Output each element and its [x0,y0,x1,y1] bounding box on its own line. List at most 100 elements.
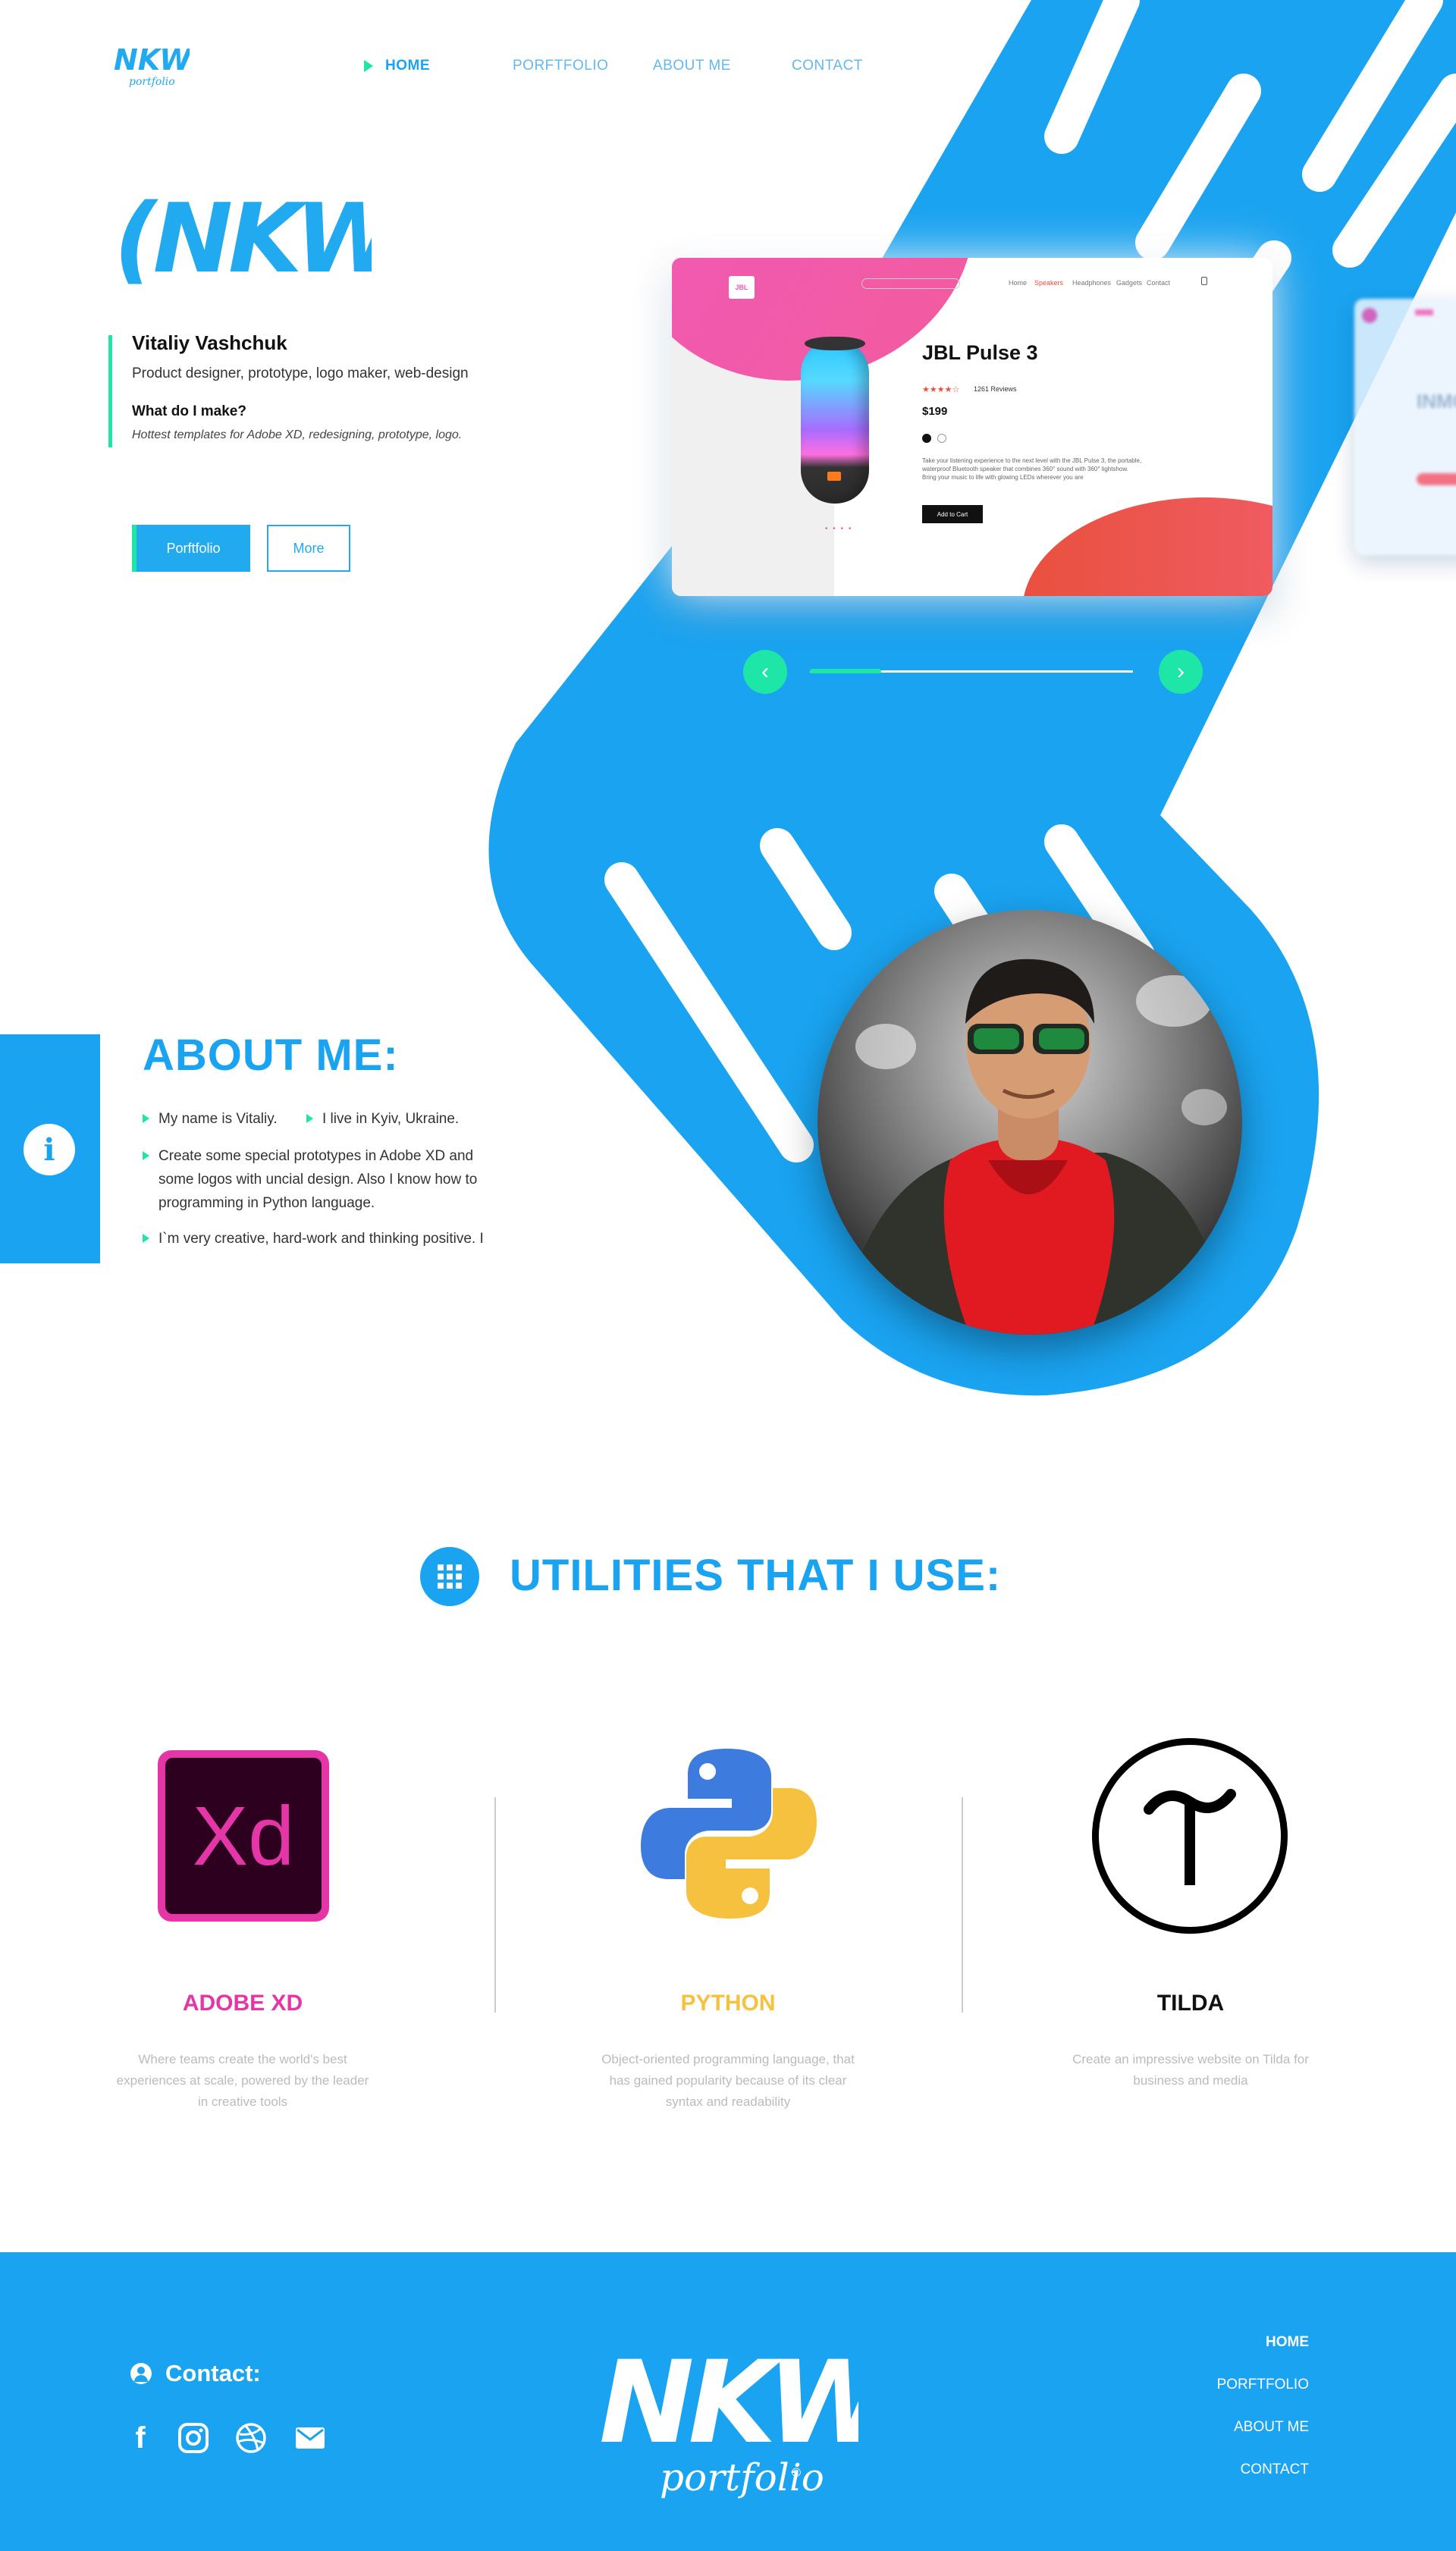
footer-nav-portfolio[interactable]: PORFTFOLIO [1217,2377,1309,2393]
card-nav-gadgets[interactable]: Gadgets [1116,279,1142,287]
next-card-title: INMO [1417,390,1456,413]
registered-mark-icon: ® [790,2465,802,2480]
card-search-input[interactable] [861,278,960,289]
utilities-title: UTILITIES THAT I USE: [510,1551,1002,1600]
brand-logo-text: NKW [114,43,190,77]
adobe-xd-desc-line: experiences at scale, powered by the lea… [116,2073,369,2088]
tilda-desc-line: Create an impressive website on Tilda fo… [1072,2052,1309,2066]
tilda-title: TILDA [1156,1991,1225,2016]
about-item-traits: I`m very creative, hard-work and thinkin… [143,1227,484,1250]
apps-grid-icon [420,1547,479,1606]
chevron-left-icon: ‹ [761,659,769,684]
nav-portfolio[interactable]: PORFTFOLIO [513,55,608,77]
hero-role: Product designer, prototype, logo maker,… [132,366,469,381]
brand-logo[interactable]: NKW portfolio [114,42,193,93]
facebook-icon[interactable]: f [123,2421,158,2455]
tilda-desc-line: business and media [1133,2073,1248,2088]
hero-question: What do I make? [132,403,246,419]
python-desc-line: has gained popularity because of its cle… [609,2073,847,2088]
nav-home-label: HOME [385,58,430,74]
about-title: ABOUT ME: [143,1031,399,1080]
about-item-text: My name is Vitaliy. [158,1111,278,1127]
slider-prev-button[interactable]: ‹ [743,650,787,694]
product-description: Take your listening experience to the ne… [922,457,1142,481]
hero-name: Vitaliy Vashchuk [132,331,287,354]
next-card-logo-icon [1362,308,1377,323]
rating-stars-icon: ★★★★☆ [922,385,960,394]
mail-icon[interactable] [293,2421,328,2455]
showcase-card[interactable]: JBL Home Speakers Headphones Gadgets Con… [672,258,1272,596]
speaker-badge-icon [827,472,841,481]
color-swatch-white[interactable] [937,434,946,443]
slider-next-button[interactable]: › [1159,650,1203,694]
info-icon: i [24,1124,75,1175]
footer-logo-text: NKW [599,2337,858,2469]
tilda-icon[interactable] [1092,1738,1288,1934]
slider-progress [810,669,881,673]
add-to-cart-button[interactable]: Add to Cart [922,505,983,523]
next-showcase-card[interactable]: INMO [1354,299,1456,555]
about-item-text: Create some special prototypes in Adobe … [158,1144,477,1215]
python-icon[interactable] [641,1746,817,1922]
profile-photo [817,910,1242,1335]
bullet-icon [143,1114,149,1123]
python-title: PYTHON [680,1991,776,2016]
nav-about-me[interactable]: ABOUT ME [653,55,731,77]
product-title: JBL Pulse 3 [922,341,1038,364]
nav-home[interactable]: HOME [364,55,430,77]
hero-logo: (NKW) [114,159,440,296]
bullet-icon [306,1114,313,1123]
card-red-blob [1022,497,1272,596]
hero-answer: Hottest templates for Adobe XD, redesign… [132,428,463,441]
adobe-xd-description: Where teams create the world's best expe… [106,2049,379,2113]
footer-logo[interactable]: NKW portfolio ® [596,2328,904,2510]
contact-label: Contact: [165,2360,261,2386]
carousel-dots[interactable]: • • • • [825,525,852,533]
active-indicator-icon [364,60,373,72]
adobe-xd-desc-line: in creative tools [197,2094,288,2109]
adobe-xd-desc-line: Where teams create the world's best [138,2052,347,2066]
adobe-xd-title: ADOBE XD [182,1991,303,2016]
hero-logo-text: (NKW) [114,183,372,294]
card-nav-home[interactable]: Home [1009,279,1027,287]
bullet-icon [143,1234,149,1243]
next-card-button [1417,473,1456,485]
card-nav-speakers[interactable]: Speakers [1034,279,1063,287]
card-nav-contact[interactable]: Contact [1147,279,1170,287]
about-line-2: some logos with uncial design. Also I kn… [158,1172,478,1188]
footer-nav-contact[interactable]: CONTACT [1241,2462,1309,2478]
instagram-icon[interactable] [176,2421,211,2455]
python-desc-line: syntax and readability [665,2094,791,2109]
chevron-right-icon: › [1177,659,1185,684]
jbl-logo: JBL [729,276,755,299]
contact-heading: Contact: [130,2360,261,2387]
dribbble-icon[interactable] [234,2421,268,2455]
cart-icon[interactable] [1201,277,1207,285]
brand-logo-subtext: portfolio [129,76,175,88]
user-icon [130,2363,152,2384]
about-line-3: programming in Python language. [158,1195,375,1211]
adobe-xd-icon-text: Xd [165,1758,322,1914]
portfolio-button[interactable]: Porftfolio [132,525,250,572]
about-item-skills: Create some special prototypes in Adobe … [143,1144,477,1215]
about-item-name: My name is Vitaliy. [143,1107,278,1131]
adobe-xd-icon[interactable]: Xd [158,1750,329,1922]
speaker-top [805,337,865,350]
color-swatch-black[interactable] [922,434,931,443]
about-item-text: I`m very creative, hard-work and thinkin… [158,1231,484,1247]
reviews-count[interactable]: 1261 Reviews [974,385,1017,393]
card-nav-headphones[interactable]: Headphones [1072,279,1111,287]
footer-nav-home[interactable]: HOME [1266,2334,1309,2351]
facebook-glyph: f [135,2421,146,2455]
python-description: Object-oriented programming language, th… [592,2049,864,2113]
about-item-city: I live in Kyiv, Ukraine. [306,1107,459,1131]
product-price: $199 [922,405,948,418]
about-item-text: I live in Kyiv, Ukraine. [322,1111,460,1127]
next-card-nav-pill [1415,309,1433,315]
footer-nav-about-me[interactable]: ABOUT ME [1234,2419,1309,2436]
more-button[interactable]: More [267,525,350,572]
about-line-1: Create some special prototypes in Adobe … [158,1148,474,1164]
utilities-divider-2 [962,1797,963,2013]
nav-contact[interactable]: CONTACT [792,55,863,77]
bullet-icon [143,1151,149,1160]
